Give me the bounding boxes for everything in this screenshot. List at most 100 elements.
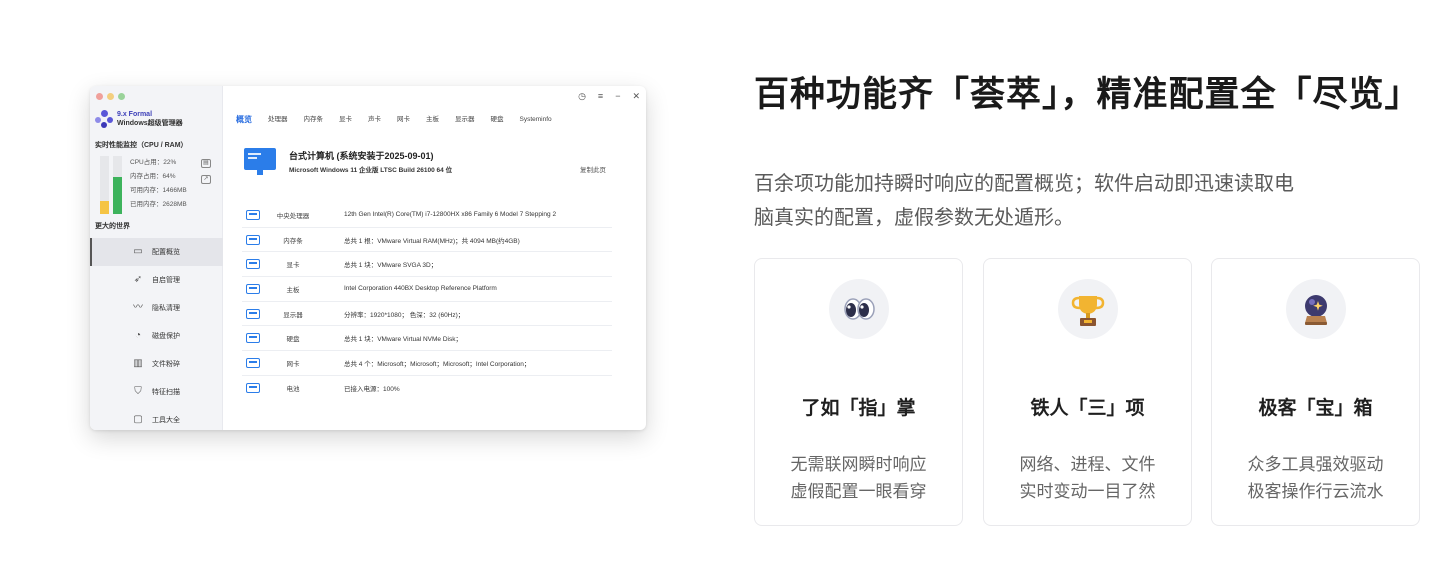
- minimize-icon[interactable]: −: [615, 91, 620, 102]
- card-title: 了如「指」掌: [801, 398, 916, 419]
- window-traffic-lights: [96, 93, 125, 100]
- rocket-icon: ➶: [133, 274, 143, 285]
- tab-cpu[interactable]: 处理器: [268, 115, 288, 124]
- tab-bar: 概览 处理器 内存条 显卡 声卡 网卡 主板 显示器 硬盘 Systeminfo: [236, 115, 568, 124]
- crystal-ball-icon: [1286, 279, 1346, 339]
- card-subtitle-line: 实时变动一目了然: [1019, 482, 1156, 501]
- window-controls: ◷ ≡ − ✕: [578, 91, 640, 102]
- tab-network[interactable]: 网卡: [397, 115, 410, 124]
- tab-gpu[interactable]: 显卡: [339, 115, 352, 124]
- desktop-computer-icon: [244, 148, 276, 175]
- table-row: 主板 Intel Corporation 440BX Desktop Refer…: [242, 277, 612, 302]
- spec-label: 内存条: [283, 237, 303, 245]
- table-row: 显卡 总共 1 块：VMware SVGA 3D；: [242, 252, 612, 278]
- disk-drive-icon: [246, 333, 260, 344]
- card-subtitle: 无需联网瞬时响应 虚假配置一眼看穿: [755, 451, 962, 505]
- trash-icon: ▥: [133, 358, 143, 369]
- monitor-icon[interactable]: ▤: [201, 159, 211, 168]
- battery-icon: [246, 383, 260, 394]
- table-row: 中央处理器 12th Gen Intel(R) Core(TM) i7-1280…: [242, 203, 612, 228]
- toolbox-icon: ▢: [133, 414, 143, 425]
- tab-sound[interactable]: 声卡: [368, 115, 381, 124]
- sidebar-item-label: 自启管理: [152, 277, 180, 284]
- tab-systeminfo[interactable]: Systeminfo: [520, 115, 552, 124]
- spec-label: 中央处理器: [276, 212, 310, 220]
- app-window: 9.x Formal Windows超级管理器 实时性能监控（CPU / RAM…: [90, 86, 646, 430]
- card-subtitle: 网络、进程、文件 实时变动一目了然: [984, 451, 1191, 505]
- copy-page-link[interactable]: 复制此页: [580, 164, 606, 174]
- check-icon[interactable]: ◷: [578, 91, 586, 102]
- card-subtitle-line: 网络、进程、文件: [1019, 455, 1156, 474]
- trophy-icon: [1058, 279, 1118, 339]
- card-subtitle-line: 众多工具强效驱动: [1247, 455, 1384, 474]
- tab-motherboard[interactable]: 主板: [426, 115, 439, 124]
- sidebar-nav: ▭ 配置概览 ➶ 自启管理 〰 隐私清理 ◔ 磁盘保护 ▥ 文件粉碎 ⛉ 特征扫…: [90, 238, 223, 430]
- feature-card: 极客「宝」箱 众多工具强效驱动 极客操作行云流水: [1211, 258, 1420, 526]
- sidebar-item-privacy[interactable]: 〰 隐私清理: [90, 294, 223, 322]
- feature-card: 铁人「三」项 网络、进程、文件 实时变动一目了然: [983, 258, 1192, 526]
- spec-value: 总共 1 根：VMware Virtual RAM(MHz)；共 4094 MB…: [344, 237, 520, 245]
- menu-icon[interactable]: ≡: [598, 91, 603, 102]
- spec-label: 网卡: [286, 360, 300, 368]
- app-version: 9.x Formal: [117, 111, 153, 118]
- card-subtitle-line: 虚假配置一眼看穿: [790, 482, 927, 501]
- close-dot[interactable]: [96, 93, 103, 100]
- perf-stats: CPU占用：22% 内存占用：64% 可用内存：1466MB 已用内存：2628…: [130, 158, 187, 209]
- close-icon[interactable]: ✕: [632, 91, 640, 102]
- motherboard-icon: [246, 283, 260, 294]
- card-title: 极客「宝」箱: [1258, 398, 1373, 419]
- sidebar-item-scan[interactable]: ⛉ 特征扫描: [90, 378, 223, 406]
- sidebar-item-label: 配置概览: [152, 249, 180, 256]
- monitor-title: 实时性能监控（CPU / RAM）: [95, 142, 188, 149]
- description-line: 百余项功能加持瞬时响应的配置概览；软件启动即迅速读取电: [754, 173, 1294, 195]
- table-row: 内存条 总共 1 根：VMware Virtual RAM(MHz)；共 409…: [242, 228, 612, 253]
- sidebar-item-disk[interactable]: ◔ 磁盘保护: [90, 322, 223, 350]
- spec-label: 电池: [286, 386, 300, 394]
- description-line: 脑真实的配置，虚假参数无处遁形。: [754, 207, 1074, 229]
- sidebar-item-label: 工具大全: [152, 417, 180, 424]
- headline: 百种功能齐「荟萃」，精准配置全「尽览」: [754, 75, 1421, 114]
- available-memory: 可用内存：1466MB: [130, 187, 187, 194]
- description: 百余项功能加持瞬时响应的配置概览；软件启动即迅速读取电 脑真实的配置，虚假参数无…: [754, 167, 1394, 235]
- ram-bar: [113, 156, 122, 214]
- cpu-bar: [100, 156, 109, 214]
- card-subtitle-line: 无需联网瞬时响应: [790, 455, 927, 474]
- sidebar: 9.x Formal Windows超级管理器 实时性能监控（CPU / RAM…: [90, 86, 223, 430]
- pc-os: Microsoft Windows 11 企业版 LTSC Build 2610…: [289, 167, 453, 174]
- sidebar-item-label: 特征扫描: [152, 389, 180, 396]
- tab-disk[interactable]: 硬盘: [491, 115, 504, 124]
- table-row: 显示器 分辨率：1920*1080； 色深：32 (60Hz)；: [242, 302, 612, 327]
- maximize-dot[interactable]: [118, 93, 125, 100]
- spec-label: 显示器: [283, 311, 303, 319]
- shield-icon: ⛉: [134, 386, 142, 397]
- sidebar-item-label: 磁盘保护: [152, 333, 180, 340]
- tab-memory[interactable]: 内存条: [304, 115, 324, 124]
- spec-value: 分辨率：1920*1080； 色深：32 (60Hz)；: [344, 311, 465, 319]
- network-card-icon: [246, 357, 260, 368]
- spec-value: 已接入电源：100%: [344, 386, 400, 394]
- spec-label: 显卡: [286, 262, 300, 270]
- sidebar-item-label: 隐私清理: [152, 305, 180, 312]
- used-memory: 已用内存：2628MB: [130, 201, 187, 208]
- tab-display[interactable]: 显示器: [455, 115, 475, 124]
- spec-table: 中央处理器 12th Gen Intel(R) Core(TM) i7-1280…: [242, 203, 612, 401]
- app-name: Windows超级管理器: [117, 120, 183, 127]
- sidebar-item-config-overview[interactable]: ▭ 配置概览: [90, 238, 223, 266]
- spec-value: 总共 1 块：VMware Virtual NVMe Disk；: [344, 336, 462, 344]
- spec-value: Intel Corporation 440BX Desktop Referenc…: [344, 285, 497, 293]
- gpu-icon: [246, 259, 260, 270]
- sidebar-item-label: 文件粉碎: [152, 361, 180, 368]
- sidebar-item-shredder[interactable]: ▥ 文件粉碎: [90, 350, 223, 378]
- spec-label: 主板: [286, 286, 300, 294]
- minimize-dot[interactable]: [107, 93, 114, 100]
- table-row: 电池 已接入电源：100%: [242, 376, 612, 401]
- spec-value: 总共 4 个：Microsoft；Microsoft；Microsoft；Int…: [344, 360, 531, 368]
- card-subtitle-line: 极客操作行云流水: [1247, 482, 1384, 501]
- privacy-icon: 〰: [133, 302, 143, 313]
- brand: 9.x Formal Windows超级管理器: [95, 110, 183, 128]
- sidebar-item-startup[interactable]: ➶ 自启管理: [90, 266, 223, 294]
- tab-overview[interactable]: 概览: [236, 115, 252, 124]
- spec-value: 12th Gen Intel(R) Core(TM) i7-12800HX x8…: [344, 211, 557, 219]
- expand-icon[interactable]: ↗: [201, 175, 211, 184]
- sidebar-item-tools[interactable]: ▢ 工具大全: [90, 406, 223, 430]
